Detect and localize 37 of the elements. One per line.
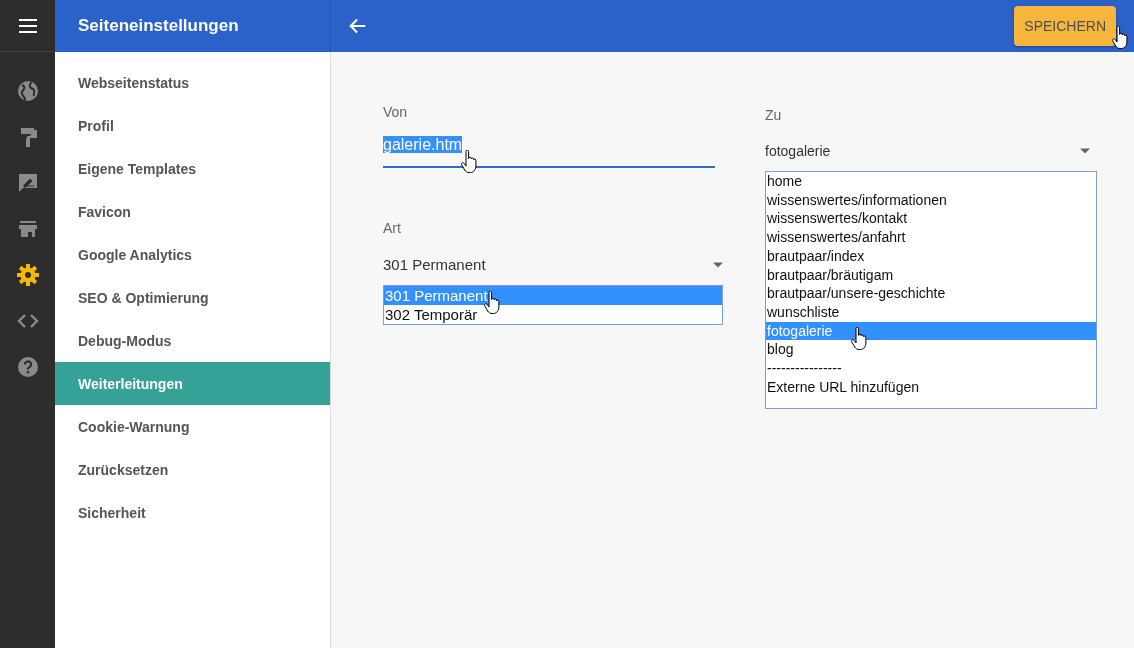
sidebar-item[interactable]: Zurücksetzen xyxy=(55,448,330,491)
dropdown-option[interactable]: 302 Temporär xyxy=(384,305,722,324)
dropdown-option[interactable]: brautpaar/bräutigam xyxy=(766,265,1096,285)
sidebar-item[interactable]: SEO & Optimierung xyxy=(55,276,330,319)
sidebar-item[interactable]: Webseitenstatus xyxy=(55,61,330,104)
sidebar-item[interactable]: Cookie-Warnung xyxy=(55,405,330,448)
dropdown-option[interactable]: brautpaar/index xyxy=(766,246,1096,266)
settings-icon[interactable] xyxy=(15,263,40,287)
help-icon[interactable] xyxy=(15,355,40,379)
dropdown-option[interactable]: brautpaar/unsere-geschichte xyxy=(766,284,1096,303)
menu-icon[interactable] xyxy=(18,18,37,33)
dropdown-option[interactable]: wissenswertes/kontakt xyxy=(766,209,1096,229)
dropdown-option[interactable]: wunschliste xyxy=(766,302,1096,322)
caret-icon xyxy=(713,261,723,268)
dropdown-option[interactable]: blog xyxy=(766,340,1096,360)
dropdown-option[interactable]: ---------------- xyxy=(766,359,1096,378)
dropdown-option[interactable]: Externe URL hinzufügen xyxy=(766,377,1096,397)
dropdown-option[interactable]: home xyxy=(766,172,1096,191)
hand-cursor-icon xyxy=(461,150,479,174)
caret-icon xyxy=(1080,148,1090,154)
field-label: Art xyxy=(383,220,401,236)
dropdown-field[interactable]: fotogalerie xyxy=(765,143,1090,159)
sidebar-item[interactable]: Favicon xyxy=(55,190,330,233)
hand-cursor-icon xyxy=(1112,26,1130,50)
dropdown-option[interactable]: wissenswertes/anfahrt xyxy=(766,228,1096,247)
sidebar-item[interactable]: Google Analytics xyxy=(55,233,330,276)
sidebar-item[interactable]: Sicherheit xyxy=(55,491,330,534)
globe-icon[interactable] xyxy=(15,79,40,103)
sidebar-item[interactable]: Eigene Templates xyxy=(55,147,330,190)
sidebar-item[interactable]: Debug-Modus xyxy=(55,319,330,362)
field-label: Zu xyxy=(765,107,782,123)
dropdown-field[interactable]: 301 Permanent xyxy=(383,256,723,273)
dropdown-option[interactable]: wissenswertes/informationen xyxy=(766,190,1096,210)
hand-cursor-icon xyxy=(851,326,870,351)
field-label: Von xyxy=(383,104,408,120)
sidebar-item[interactable]: Profil xyxy=(55,104,330,147)
page-title: Seiteneinstellungen xyxy=(55,0,331,52)
